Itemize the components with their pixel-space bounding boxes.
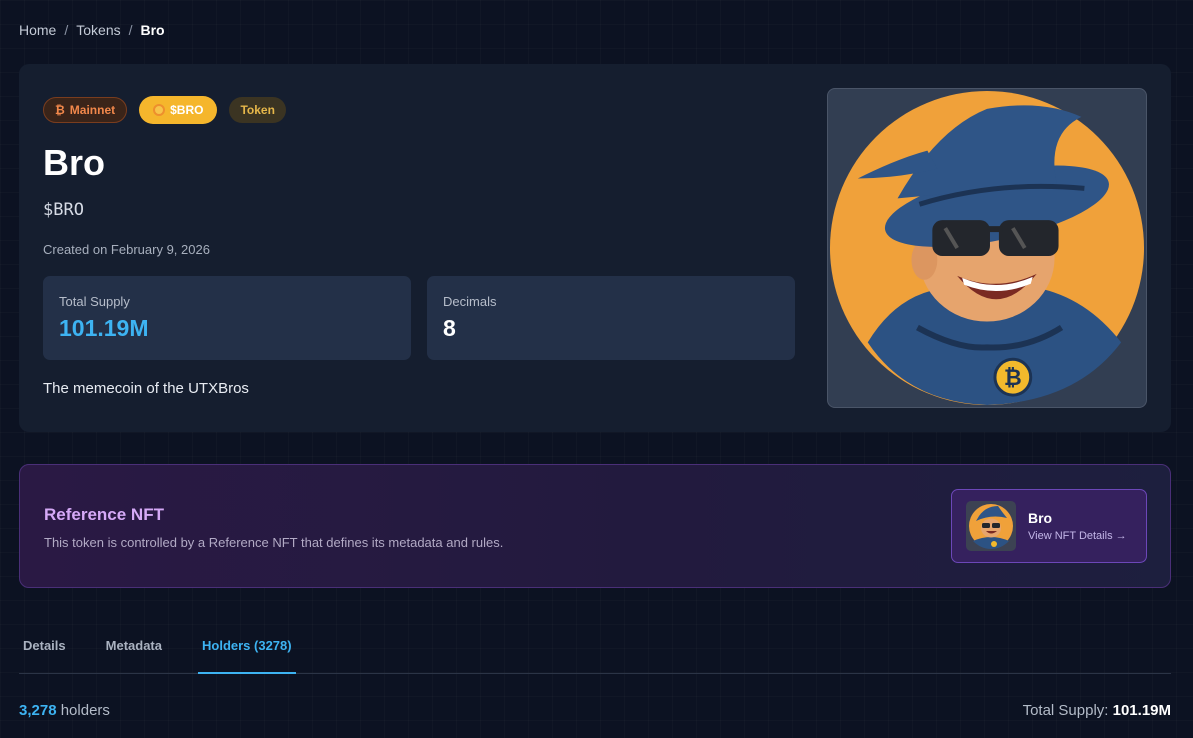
- total-supply-label: Total Supply:: [1022, 702, 1109, 719]
- view-nft-details-link[interactable]: View NFT Details →: [1028, 530, 1127, 542]
- type-badge: Token: [229, 97, 286, 123]
- decimals-stat: Decimals 8: [427, 276, 795, 360]
- total-supply-value: 101.19M: [1112, 702, 1171, 719]
- tab-holders[interactable]: Holders (3278): [198, 626, 296, 674]
- holders-count: 3,278 holders: [19, 702, 110, 719]
- token-image: ₿: [827, 88, 1147, 408]
- breadcrumb-separator: /: [128, 22, 133, 38]
- stat-value: 101.19M: [59, 315, 149, 341]
- holders-total-supply: Total Supply: 101.19M: [1023, 702, 1171, 719]
- token-symbol: $BRO: [43, 200, 84, 220]
- network-badge: ₿ Mainnet: [43, 97, 128, 123]
- wizard-bro-avatar-icon: ₿: [829, 90, 1145, 406]
- ticker-badge-label: $BRO: [170, 103, 204, 117]
- nft-link-text: Bro View NFT Details →: [1028, 510, 1127, 542]
- breadcrumb-home[interactable]: Home: [19, 22, 56, 38]
- tab-metadata[interactable]: Metadata: [102, 626, 166, 674]
- breadcrumb: Home / Tokens / Bro: [19, 22, 165, 38]
- token-card: ₿ Mainnet $BRO Token Bro $BRO Created on…: [19, 64, 1171, 432]
- ticker-badge: $BRO: [139, 96, 218, 124]
- bitcoin-icon: ₿: [55, 103, 65, 117]
- created-date: Created on February 9, 2026: [43, 242, 210, 257]
- network-badge-label: Mainnet: [69, 103, 116, 117]
- token-description: The memecoin of the UTXBros: [43, 380, 249, 397]
- badge-row: ₿ Mainnet $BRO Token: [43, 96, 286, 124]
- token-name: Bro: [43, 142, 105, 183]
- token-tabs: Details Metadata Holders (3278): [19, 626, 1171, 674]
- coin-icon: [153, 104, 166, 116]
- svg-text:₿: ₿: [1004, 366, 1022, 391]
- tab-details[interactable]: Details: [19, 626, 70, 674]
- holders-count-suffix: holders: [60, 702, 110, 719]
- nft-name: Bro: [1028, 510, 1053, 526]
- holders-count-number: 3,278: [19, 702, 57, 719]
- stat-value: 8: [443, 315, 456, 341]
- reference-nft-title: Reference NFT: [44, 505, 164, 524]
- reference-nft-description: This token is controlled by a Reference …: [44, 535, 504, 550]
- stat-label: Decimals: [443, 294, 497, 309]
- total-supply-stat: Total Supply 101.19M: [43, 276, 411, 360]
- breadcrumb-tokens[interactable]: Tokens: [76, 22, 120, 38]
- breadcrumb-separator: /: [64, 22, 69, 38]
- wizard-bro-thumb-icon: [969, 504, 1013, 549]
- nft-thumbnail: [966, 501, 1016, 551]
- reference-nft-card: Reference NFT This token is controlled b…: [19, 464, 1171, 588]
- stat-label: Total Supply: [59, 294, 130, 309]
- view-nft-button[interactable]: Bro View NFT Details →: [951, 489, 1147, 563]
- breadcrumb-current: Bro: [140, 22, 165, 38]
